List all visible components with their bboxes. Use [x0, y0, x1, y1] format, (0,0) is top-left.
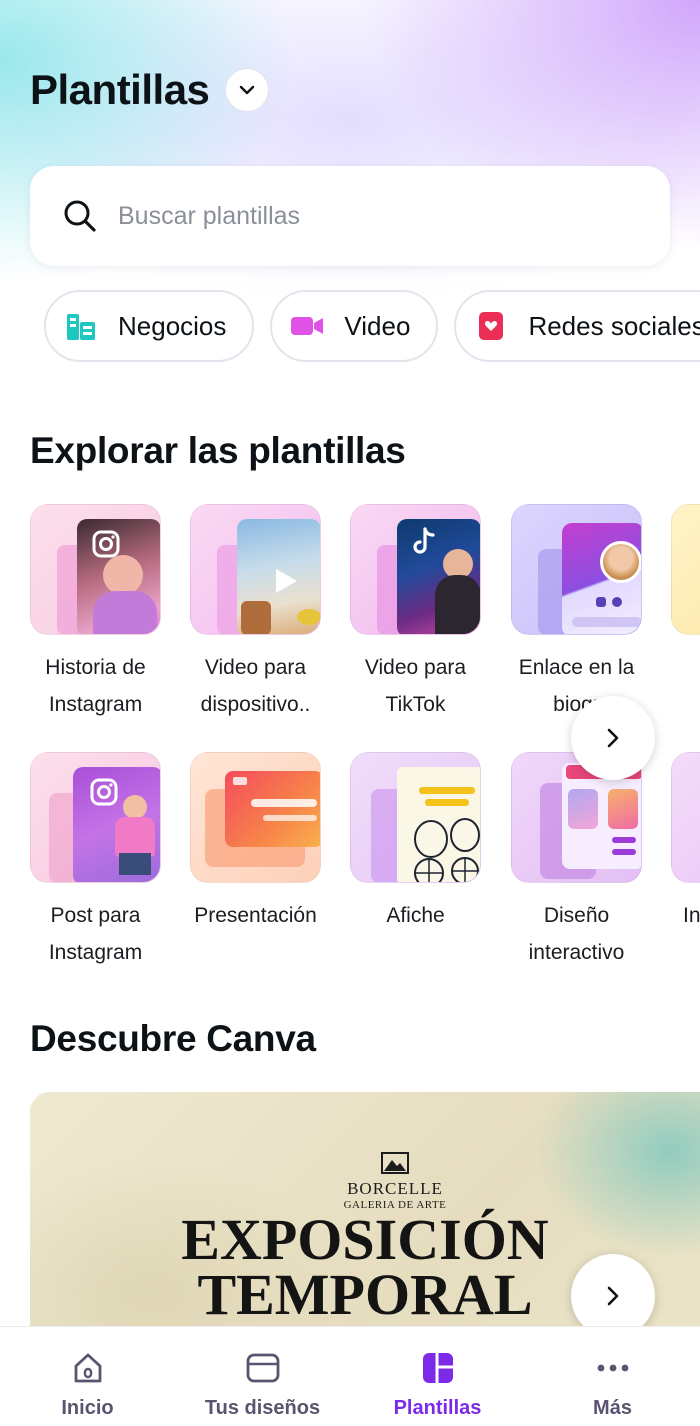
nav-tus-disenos[interactable]: Tus diseños	[175, 1327, 350, 1426]
template-tile-partial[interactable]	[671, 504, 700, 635]
category-chips: Negocios Video Redes sociales	[44, 290, 700, 362]
template-thumbnail	[190, 752, 321, 883]
template-label: Diseño interactivo	[528, 904, 625, 964]
template-thumbnail	[350, 752, 481, 883]
discover-title: Descubre Canva	[30, 1018, 316, 1059]
search-input[interactable]	[118, 201, 618, 231]
tiktok-icon	[413, 527, 435, 554]
banner-brand: BORCELLE GALERIA DE ARTE	[320, 1152, 470, 1211]
template-thumbnail	[190, 504, 321, 635]
briefcase-icon	[64, 309, 98, 343]
template-tile-diseno-interactivo[interactable]: Diseño interactivo	[511, 752, 642, 971]
title-row: Plantillas	[30, 66, 270, 114]
template-row-2: Post para Instagram Presentación Afiche …	[30, 752, 700, 982]
chip-label: Video	[344, 310, 411, 341]
templates-icon	[419, 1349, 457, 1387]
template-label: In	[683, 904, 700, 927]
home-icon	[69, 1349, 107, 1387]
chip-redes-sociales[interactable]: Redes sociales	[454, 290, 700, 362]
nav-plantillas[interactable]: Plantillas	[350, 1327, 525, 1426]
template-tile-afiche[interactable]: Afiche	[350, 752, 481, 934]
heart-icon	[474, 309, 508, 343]
template-tile-video-tiktok[interactable]: Video para TikTok	[350, 504, 481, 723]
template-tile-partial-2[interactable]: In	[671, 752, 700, 934]
folder-icon	[244, 1349, 282, 1387]
template-tile-video-dispositivo[interactable]: Video para dispositivo..	[190, 504, 321, 723]
explore-title: Explorar las plantillas	[30, 430, 406, 471]
nav-inicio[interactable]: Inicio	[0, 1327, 175, 1426]
template-thumbnail	[511, 504, 642, 635]
chevron-right-icon	[607, 728, 619, 748]
chip-negocios[interactable]: Negocios	[44, 290, 255, 362]
more-dots-icon	[594, 1349, 632, 1387]
template-tile-post-instagram[interactable]: Post para Instagram	[30, 752, 161, 971]
instagram-icon	[90, 778, 118, 806]
template-thumbnail	[671, 752, 700, 883]
search-bar[interactable]	[30, 166, 670, 266]
templates-next-button[interactable]	[571, 696, 655, 780]
page-title: Plantillas	[30, 66, 210, 113]
search-icon	[64, 200, 96, 232]
chip-label: Redes sociales	[528, 310, 700, 341]
lemon-illustration	[414, 818, 480, 882]
template-label: Video para dispositivo..	[200, 656, 311, 716]
mountain-logo-icon	[381, 1152, 409, 1174]
play-icon	[276, 569, 297, 593]
template-thumbnail	[30, 752, 161, 883]
profile-avatar-icon	[600, 541, 641, 583]
template-label: Afiche	[386, 904, 445, 927]
template-tile-presentacion[interactable]: Presentación	[190, 752, 321, 934]
chip-video[interactable]: Video	[270, 290, 439, 362]
title-dropdown-button[interactable]	[225, 68, 270, 112]
bottom-navigation: Inicio Tus diseños Plantillas Más	[0, 1326, 700, 1426]
template-label: Post para Instagram	[48, 904, 143, 964]
template-thumbnail	[671, 504, 700, 635]
template-tile-enlace-biografia[interactable]: Enlace en la biogr	[511, 504, 642, 723]
template-tile-historia-instagram[interactable]: Historia de Instagram	[30, 504, 161, 723]
template-label: Video para TikTok	[364, 656, 467, 716]
chevron-down-icon	[240, 85, 255, 95]
chip-label: Negocios	[118, 310, 227, 341]
chevron-right-icon	[607, 1286, 619, 1306]
template-label: Historia de Instagram	[45, 656, 146, 716]
nav-mas[interactable]: Más	[525, 1327, 700, 1426]
template-label: Presentación	[194, 904, 317, 927]
template-thumbnail	[350, 504, 481, 635]
template-thumbnail	[30, 504, 161, 635]
instagram-icon	[92, 530, 120, 558]
video-camera-icon	[290, 309, 324, 343]
